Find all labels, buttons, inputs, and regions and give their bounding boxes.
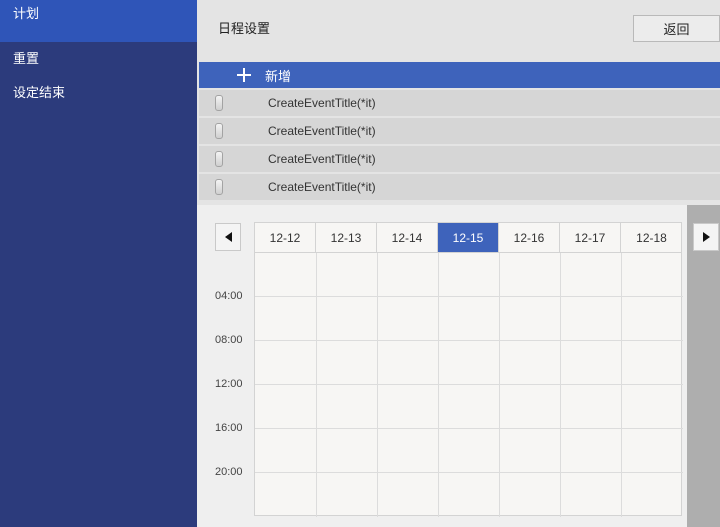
event-list: 新增 CreateEventTitle(*it) CreateEventTitl…	[197, 60, 720, 205]
grid-divider	[255, 296, 683, 297]
add-event-button[interactable]: 新增	[199, 62, 720, 88]
time-label: 04:00	[215, 290, 243, 302]
main-panel: 日程设置 返回 新增 CreateEventTitle(*it) CreateE…	[197, 0, 720, 527]
time-label: 12:00	[215, 378, 243, 390]
header: 日程设置 返回	[197, 0, 720, 60]
day-header[interactable]: 12-18	[621, 223, 682, 253]
sidebar-item-finish-settings[interactable]: 设定结束	[0, 76, 197, 110]
grid-divider	[560, 253, 561, 517]
event-row[interactable]: CreateEventTitle(*it)	[199, 146, 720, 172]
page-title: 日程设置	[218, 21, 271, 36]
event-toggle-icon[interactable]	[215, 151, 223, 167]
time-label: 08:00	[215, 334, 243, 346]
time-label: 16:00	[215, 422, 243, 434]
day-header[interactable]: 12-12	[255, 223, 316, 253]
sidebar: 计划 重置 设定结束	[0, 0, 197, 527]
grid-divider	[377, 253, 378, 517]
day-header[interactable]: 12-13	[316, 223, 377, 253]
time-label: 20:00	[215, 466, 243, 478]
day-header[interactable]: 12-17	[560, 223, 621, 253]
event-row[interactable]: CreateEventTitle(*it)	[199, 118, 720, 144]
grid-divider	[621, 253, 622, 517]
event-row[interactable]: CreateEventTitle(*it)	[199, 174, 720, 200]
sidebar-item-schedule[interactable]: 计划	[0, 0, 197, 42]
previous-week-button[interactable]	[215, 223, 241, 251]
back-button[interactable]: 返回	[633, 15, 720, 42]
grid-divider	[255, 384, 683, 385]
sidebar-item-reset[interactable]: 重置	[0, 42, 197, 76]
next-week-button[interactable]	[693, 223, 719, 251]
day-header[interactable]: 12-16	[499, 223, 560, 253]
grid-divider	[499, 253, 500, 517]
event-title: CreateEventTitle(*it)	[268, 96, 376, 110]
calendar-grid[interactable]: 12-12 12-13 12-14 12-15 12-16 12-17 12-1…	[254, 222, 683, 517]
add-event-label: 新增	[265, 68, 292, 84]
grid-divider	[255, 428, 683, 429]
grid-divider	[438, 253, 439, 517]
grid-divider	[316, 253, 317, 517]
event-toggle-icon[interactable]	[215, 95, 223, 111]
event-toggle-icon[interactable]	[215, 123, 223, 139]
event-row[interactable]: CreateEventTitle(*it)	[199, 90, 720, 116]
event-toggle-icon[interactable]	[215, 179, 223, 195]
grid-divider	[255, 340, 683, 341]
plus-icon	[237, 68, 251, 82]
arrow-right-icon	[702, 232, 710, 242]
event-title: CreateEventTitle(*it)	[268, 180, 376, 194]
day-header[interactable]: 12-14	[377, 223, 438, 253]
week-calendar: 12-12 12-13 12-14 12-15 12-16 12-17 12-1…	[197, 205, 720, 527]
arrow-left-icon	[224, 232, 232, 242]
grid-divider	[255, 472, 683, 473]
day-header[interactable]: 12-15	[438, 223, 499, 253]
event-title: CreateEventTitle(*it)	[268, 152, 376, 166]
event-title: CreateEventTitle(*it)	[268, 124, 376, 138]
